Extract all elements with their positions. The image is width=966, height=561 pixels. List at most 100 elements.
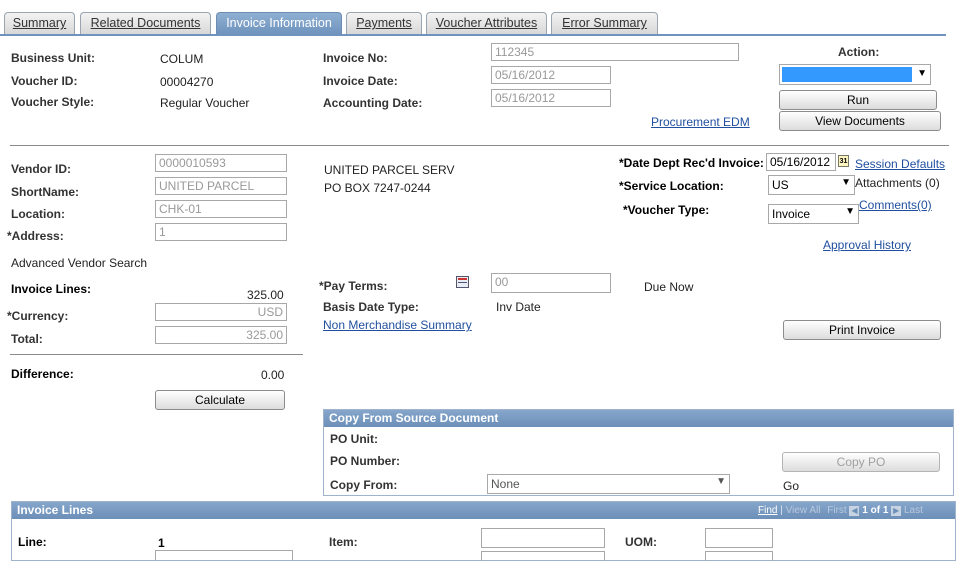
accounting-date-field[interactable]: 05/16/2012 <box>491 89 611 107</box>
calculate-button[interactable]: Calculate <box>155 390 285 410</box>
invoice-lines-title-text: Invoice Lines <box>17 503 94 517</box>
tab-label: Payments <box>356 16 412 30</box>
shortname-field[interactable]: UNITED PARCEL <box>155 177 287 195</box>
action-label: Action: <box>838 45 880 59</box>
chevron-down-icon: ▼ <box>845 206 855 217</box>
total-field: 325.00 <box>155 326 287 344</box>
total-label: Total: <box>11 332 43 346</box>
totals-divider <box>10 354 303 355</box>
difference-value: 0.00 <box>261 368 285 382</box>
uom-label: UOM: <box>625 535 657 549</box>
uom-field[interactable] <box>705 528 773 548</box>
date-dept-label: *Date Dept Rec'd Invoice: <box>619 156 764 170</box>
currency-label: *Currency: <box>7 309 69 323</box>
item-field[interactable] <box>481 528 605 548</box>
invoice-lines-amount: 325.00 <box>247 288 284 302</box>
tab-invoice-information[interactable]: Invoice Information <box>216 12 342 34</box>
action-dropdown-selected <box>782 67 912 82</box>
tab-label: Summary <box>12 16 67 30</box>
po-number-label: PO Number: <box>330 454 401 468</box>
address-field[interactable]: 1 <box>155 223 287 241</box>
attachments-count: Attachments (0) <box>855 176 940 190</box>
chevron-down-icon: ▼ <box>841 177 851 188</box>
invoice-date-label: Invoice Date: <box>323 74 398 88</box>
tab-error-summary[interactable]: Error Summary <box>551 12 658 34</box>
chevron-down-icon: ▼ <box>716 476 726 487</box>
run-button[interactable]: Run <box>779 90 937 110</box>
tab-label: Related Documents <box>90 16 201 30</box>
line-number: 1 <box>158 536 165 550</box>
invoice-lines-label: Invoice Lines: <box>11 282 92 296</box>
pay-terms-field[interactable]: 00 <box>491 273 611 293</box>
copy-from-dropdown[interactable]: None ▼ <box>487 474 730 494</box>
non-merchandise-summary-link[interactable]: Non Merchandise Summary <box>323 318 472 332</box>
date-dept-field[interactable]: 05/16/2012 <box>766 153 836 171</box>
vendor-id-label: Vendor ID: <box>11 162 72 176</box>
voucher-type-label: *Voucher Type: <box>623 203 710 217</box>
invoice-lines-nav: Find | View All First ◀ 1 of 1 ▶ Last <box>758 505 923 516</box>
business-unit-label: Business Unit: <box>11 51 96 65</box>
copy-from-label: Copy From: <box>330 478 398 492</box>
lookup-icon-bar <box>458 278 467 280</box>
session-defaults-link[interactable]: Session Defaults <box>855 157 945 171</box>
last-link[interactable]: Last <box>904 505 923 516</box>
tab-voucher-attributes[interactable]: Voucher Attributes <box>426 12 547 34</box>
procurement-edm-link[interactable]: Procurement EDM <box>651 115 750 129</box>
vendor-id-field[interactable]: 0000010593 <box>155 154 287 172</box>
uom-field-2[interactable] <box>705 551 773 561</box>
tab-summary[interactable]: Summary <box>4 12 75 34</box>
next-arrow-icon[interactable]: ▶ <box>891 506 902 516</box>
copy-from-title: Copy From Source Document <box>324 410 953 427</box>
voucher-type-value: Invoice <box>772 207 811 221</box>
tab-label: Voucher Attributes <box>435 16 538 30</box>
calendar-icon[interactable]: 31 <box>838 155 849 167</box>
prev-arrow-icon[interactable]: ◀ <box>849 506 860 516</box>
nav-separator: | <box>780 505 783 516</box>
basis-date-type-value: Inv Date <box>496 300 541 314</box>
print-invoice-button[interactable]: Print Invoice <box>783 320 941 340</box>
lookup-icon-grid <box>458 282 467 288</box>
copy-from-value: None <box>491 477 520 491</box>
voucher-style-label: Voucher Style: <box>11 95 95 109</box>
voucher-type-dropdown[interactable]: Invoice ▼ <box>768 204 859 224</box>
copy-po-button[interactable]: Copy PO <box>782 452 940 472</box>
comments-link[interactable]: Comments(0) <box>859 198 932 212</box>
address-label: *Address: <box>7 229 64 243</box>
po-unit-label: PO Unit: <box>330 432 378 446</box>
go-label[interactable]: Go <box>783 479 799 493</box>
invoice-date-field[interactable]: 05/16/2012 <box>491 66 611 84</box>
calendar-icon-text: 31 <box>839 158 848 165</box>
tab-related-documents[interactable]: Related Documents <box>80 12 211 34</box>
first-link[interactable]: First <box>827 505 846 516</box>
advanced-vendor-search[interactable]: Advanced Vendor Search <box>11 256 147 270</box>
item-label: Item: <box>329 535 358 549</box>
shortname-label: ShortName: <box>11 185 80 199</box>
service-location-dropdown[interactable]: US ▼ <box>768 175 855 195</box>
voucher-style-value: Regular Voucher <box>160 96 250 110</box>
service-location-label: *Service Location: <box>619 179 724 193</box>
tab-label: Invoice Information <box>226 16 332 30</box>
item-field-2[interactable] <box>481 551 605 561</box>
service-location-value: US <box>772 178 789 192</box>
location-label: Location: <box>11 207 65 221</box>
vendor-name-line1: UNITED PARCEL SERV <box>324 163 455 177</box>
vendor-name-line2: PO BOX 7247-0244 <box>324 181 431 195</box>
business-unit-value: COLUM <box>160 52 204 66</box>
view-documents-button[interactable]: View Documents <box>779 111 941 131</box>
accounting-date-label: Accounting Date: <box>323 96 423 110</box>
view-all-link[interactable]: View All <box>786 505 821 516</box>
invoice-no-label: Invoice No: <box>323 51 388 65</box>
lookup-icon[interactable] <box>456 276 469 288</box>
chevron-down-icon: ▼ <box>917 68 927 79</box>
line-description-field[interactable] <box>155 550 293 560</box>
location-field[interactable]: CHK-01 <box>155 200 287 218</box>
invoice-no-field[interactable]: 112345 <box>491 43 739 61</box>
tab-baseline <box>0 34 946 36</box>
action-dropdown[interactable]: ▼ <box>779 64 931 85</box>
approval-history-link[interactable]: Approval History <box>823 238 911 252</box>
row-position: 1 of 1 <box>862 505 889 516</box>
tab-payments[interactable]: Payments <box>346 12 422 34</box>
voucher-id-value: 00004270 <box>160 75 214 89</box>
currency-field[interactable]: USD <box>155 303 287 321</box>
find-link[interactable]: Find <box>758 505 777 516</box>
